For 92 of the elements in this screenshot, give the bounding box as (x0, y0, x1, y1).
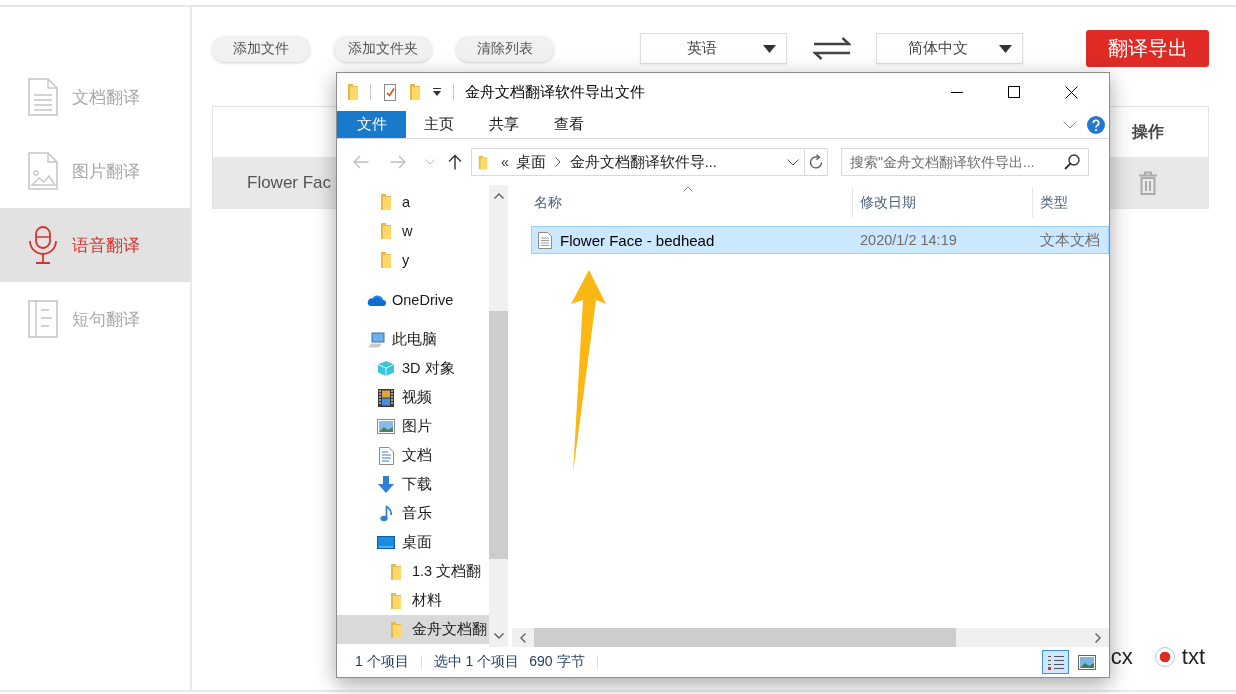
ribbon-tab[interactable]: 共享 (471, 111, 536, 138)
chevron-left-icon[interactable] (520, 632, 526, 643)
picture-icon (1077, 654, 1096, 670)
folder-icon (390, 591, 402, 610)
music-note-icon (379, 505, 393, 522)
caret-icon (763, 44, 776, 53)
breadcrumb-item[interactable]: 金舟文档翻译软件导... (569, 152, 717, 172)
nav-item[interactable]: 文档 (337, 441, 489, 470)
address-bar[interactable]: « 桌面 金舟文档翻译软件导... (471, 148, 828, 176)
scrollbar-thumb[interactable] (489, 311, 508, 559)
caret-icon[interactable] (432, 87, 442, 97)
picture-icon (377, 419, 395, 434)
list-icon (1046, 654, 1065, 670)
status-text: 690 字节 (529, 653, 585, 671)
chevron-right-icon[interactable] (1095, 632, 1101, 643)
close-icon[interactable] (1065, 85, 1078, 99)
radio-button[interactable] (1154, 647, 1175, 667)
scrollbar-thumb[interactable] (534, 628, 956, 647)
breadcrumb-overflow[interactable]: « (501, 154, 509, 170)
sidebar-item[interactable]: 语音翻译 (0, 208, 190, 282)
help-icon[interactable] (1087, 115, 1105, 134)
radio-label: cx (1110, 644, 1133, 670)
computer-icon (367, 331, 385, 348)
search-field[interactable]: 搜索"金舟文档翻译软件导出... (841, 148, 1089, 176)
folder-icon (390, 562, 402, 581)
chevron-up-icon[interactable] (493, 193, 504, 199)
chevron-down-icon[interactable] (787, 158, 799, 166)
language-dropdown[interactable]: 英语 (640, 33, 787, 64)
column-header[interactable]: 类型 (1032, 188, 1109, 218)
radio-label: txt (1181, 644, 1205, 670)
status-text: 选中 1 个项目 (433, 653, 520, 671)
nav-item[interactable]: 音乐 (337, 499, 489, 528)
folder-icon (380, 192, 392, 211)
table-cell: Flower Fac (247, 172, 332, 193)
nav-item[interactable]: 3D 对象 (337, 354, 489, 383)
nav-item[interactable]: OneDrive (337, 285, 489, 314)
toolbar-button[interactable]: 清除列表 (456, 35, 554, 62)
document-icon (28, 78, 58, 116)
column-header[interactable]: 修改日期 (852, 188, 1032, 218)
nav-item[interactable]: a (337, 187, 489, 216)
checked-page-icon[interactable] (382, 83, 398, 101)
up-arrow-icon[interactable] (448, 154, 462, 170)
nav-item[interactable]: 金舟文档翻 (337, 615, 489, 644)
nav-item[interactable]: w (337, 216, 489, 245)
breadcrumb-item[interactable]: 桌面 (515, 152, 546, 172)
nav-item[interactable]: 桌面 (337, 528, 489, 557)
export-button[interactable]: 翻译导出 (1086, 30, 1209, 67)
nav-item[interactable]: 视频 (337, 383, 489, 412)
status-text: 1 个项目 (355, 653, 409, 671)
nav-item[interactable]: y (337, 245, 489, 274)
chevron-down-icon[interactable] (493, 633, 504, 639)
nav-item[interactable]: 下载 (337, 470, 489, 499)
film-icon (378, 388, 394, 407)
desktop-icon (377, 536, 395, 549)
microphone-icon (28, 226, 58, 264)
cube-icon (377, 360, 395, 377)
search-icon[interactable] (1064, 154, 1080, 170)
modified-date: 2020/1/2 14:19 (860, 232, 957, 248)
vertical-scrollbar[interactable] (489, 185, 508, 647)
file-menu-button[interactable]: 文件 (337, 111, 406, 138)
file-row[interactable]: Flower Face - bedhead 2020/1/2 14:19 文本文档 (531, 226, 1109, 254)
text-file-icon (538, 231, 552, 249)
caret-icon (999, 44, 1012, 53)
details-view-button[interactable] (1042, 650, 1069, 674)
column-header: 操作 (1132, 121, 1164, 142)
ribbon-tab[interactable]: 主页 (406, 111, 471, 138)
file-type: 文本文档 (1040, 231, 1100, 248)
file-name: Flower Face - bedhead (560, 231, 715, 249)
horizontal-scrollbar[interactable] (512, 628, 1109, 647)
nav-item[interactable]: 材料 (337, 586, 489, 615)
image-icon (28, 152, 58, 190)
column-header[interactable]: 名称 (512, 185, 852, 221)
folder-icon (380, 221, 392, 240)
folder-icon (380, 250, 392, 269)
nav-item[interactable]: 1.3 文档翻 (337, 557, 489, 586)
refresh-icon[interactable] (808, 154, 824, 170)
nav-item[interactable]: 图片 (337, 412, 489, 441)
language-dropdown[interactable]: 简体中文 (876, 33, 1023, 64)
maximize-icon[interactable] (1008, 86, 1020, 98)
toolbar-button[interactable]: 添加文件 (212, 35, 310, 62)
chevron-down-icon[interactable] (1063, 120, 1077, 129)
toolbar-button[interactable]: 添加文件夹 (334, 35, 432, 62)
down-arrow-icon (378, 476, 394, 493)
sort-caret-icon[interactable] (683, 186, 693, 192)
chevron-right-icon[interactable] (554, 157, 561, 167)
window-title: 金舟文档翻译软件导出文件 (465, 82, 645, 102)
document-icon (378, 446, 394, 465)
notebook-icon (28, 300, 58, 338)
nav-item[interactable]: 此电脑 (337, 325, 489, 354)
folder-icon (478, 154, 488, 170)
ribbon-tab[interactable]: 查看 (536, 111, 601, 138)
folder-icon (390, 620, 402, 639)
